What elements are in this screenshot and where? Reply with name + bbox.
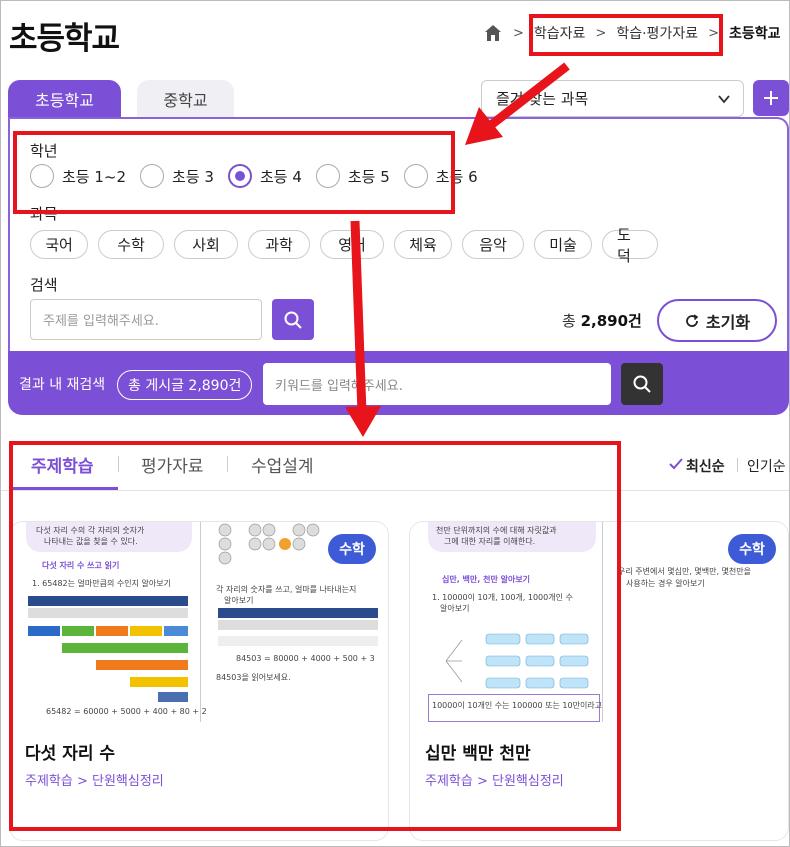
page-frame: 초등학교 > 학습자료 > 학습·평가자료 > 초등학교 초등학교 중학교 즐겨… — [0, 0, 790, 847]
annotation-arrows — [345, 62, 570, 437]
